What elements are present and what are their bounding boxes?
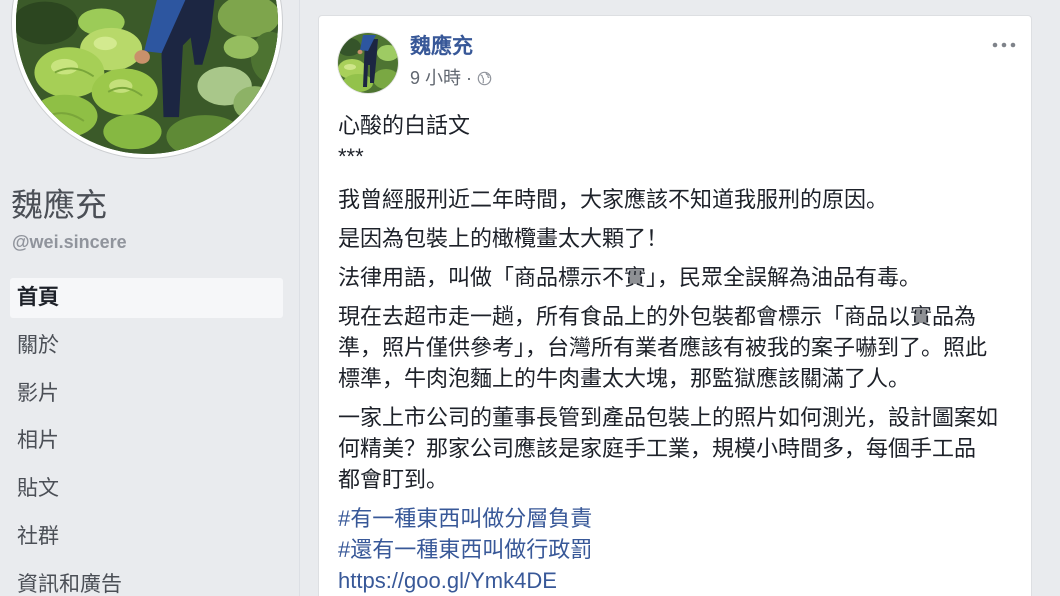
- post-line: 何精美？那家公司應該是家庭手工業，規模小時間多，每個手工品: [338, 436, 977, 461]
- nav-item-photos[interactable]: 相片: [10, 421, 283, 461]
- page-name[interactable]: 魏應充: [11, 184, 107, 226]
- nav-item-info-and-ads[interactable]: 資訊和廣告: [10, 565, 283, 596]
- meta-separator: ·: [466, 68, 473, 88]
- avatar-photo: [338, 33, 398, 93]
- post-line: 一家上市公司的董事長管到產品包裝上的照片如何測光，設計圖案如: [338, 405, 999, 430]
- post-paragraph: 現在去超市走一趟，所有食品上的外包裝都會標示「商品以實品為 準，照片僅供參考」，…: [338, 301, 1012, 394]
- author-name[interactable]: 魏應充: [410, 34, 473, 60]
- post-line: 法律用語，叫做「商品標示不實」，民眾全誤解為油品有毒。: [338, 265, 922, 290]
- nav-item-community[interactable]: 社群: [10, 517, 283, 557]
- page-sidebar: 魏應充 @wei.sincere 首頁 關於 影片 相片 貼文 社群 資訊和廣告: [0, 0, 298, 596]
- profile-photo: [16, 0, 278, 154]
- post-line: 現在去超市走一趟，所有食品上的外包裝都會標示「商品以實品為: [338, 304, 977, 329]
- post-paragraph: 一家上市公司的董事長管到產品包裝上的照片如何測光，設計圖案如 何精美？那家公司應…: [338, 402, 1012, 495]
- post-paragraph: 是因為包裝上的橄欖畫太大顆了！: [338, 223, 1012, 254]
- post-line: 我曾經服刑近二年時間，大家應該不知道我服刑的原因。: [338, 187, 889, 212]
- nav-item-posts[interactable]: 貼文: [10, 469, 283, 509]
- column-divider: [299, 0, 300, 596]
- page-username[interactable]: @wei.sincere: [12, 230, 127, 254]
- post-paragraph: 我曾經服刑近二年時間，大家應該不知道我服刑的原因。: [338, 184, 1012, 215]
- post-timestamp[interactable]: 9 小時: [410, 67, 461, 89]
- nav-item-about[interactable]: 關於: [10, 326, 283, 366]
- post-line: 都會盯到。: [338, 467, 449, 492]
- page-profile-picture[interactable]: [12, 0, 282, 158]
- post-title-line: 心酸的白話文: [338, 113, 471, 138]
- url-link[interactable]: https://goo.gl/Ymk4DE: [338, 565, 1012, 596]
- hashtag-link[interactable]: #有一種東西叫做分層負責: [338, 503, 1012, 534]
- nav-item-videos[interactable]: 影片: [10, 374, 283, 414]
- nav-item-home[interactable]: 首頁: [10, 278, 283, 318]
- post-divider-line: ***: [338, 144, 364, 169]
- post-line: 標準，牛肉泡麵上的牛肉畫太大塊，那監獄應該關滿了人。: [338, 366, 911, 391]
- post-line: 準，照片僅供參考」，台灣所有業者應該有被我的案子嚇到了。照此: [338, 335, 988, 360]
- page-nav: 首頁 關於 影片 相片 貼文 社群 資訊和廣告: [10, 278, 283, 596]
- post-links: #有一種東西叫做分層負責 #還有一種東西叫做行政罰 https://goo.gl…: [338, 503, 1012, 596]
- author-avatar[interactable]: [338, 33, 398, 93]
- post-meta: 9 小時 ·: [410, 67, 492, 89]
- more-options-icon[interactable]: [991, 40, 1017, 50]
- post-body: 心酸的白話文 *** 我曾經服刑近二年時間，大家應該不知道我服刑的原因。 是因為…: [338, 110, 1012, 596]
- post-paragraph: 法律用語，叫做「商品標示不實」，民眾全誤解為油品有毒。: [338, 262, 1012, 293]
- globe-icon: [477, 71, 492, 86]
- post-paragraph: 心酸的白話文 ***: [338, 110, 1012, 172]
- post-card: 魏應充 9 小時 · 心酸的白話文 *** 我曾經服刑近二年時間，大家應該不知道…: [318, 15, 1032, 596]
- hashtag-link[interactable]: #還有一種東西叫做行政罰: [338, 534, 1012, 565]
- post-line: 是因為包裝上的橄欖畫太大顆了！: [338, 226, 669, 251]
